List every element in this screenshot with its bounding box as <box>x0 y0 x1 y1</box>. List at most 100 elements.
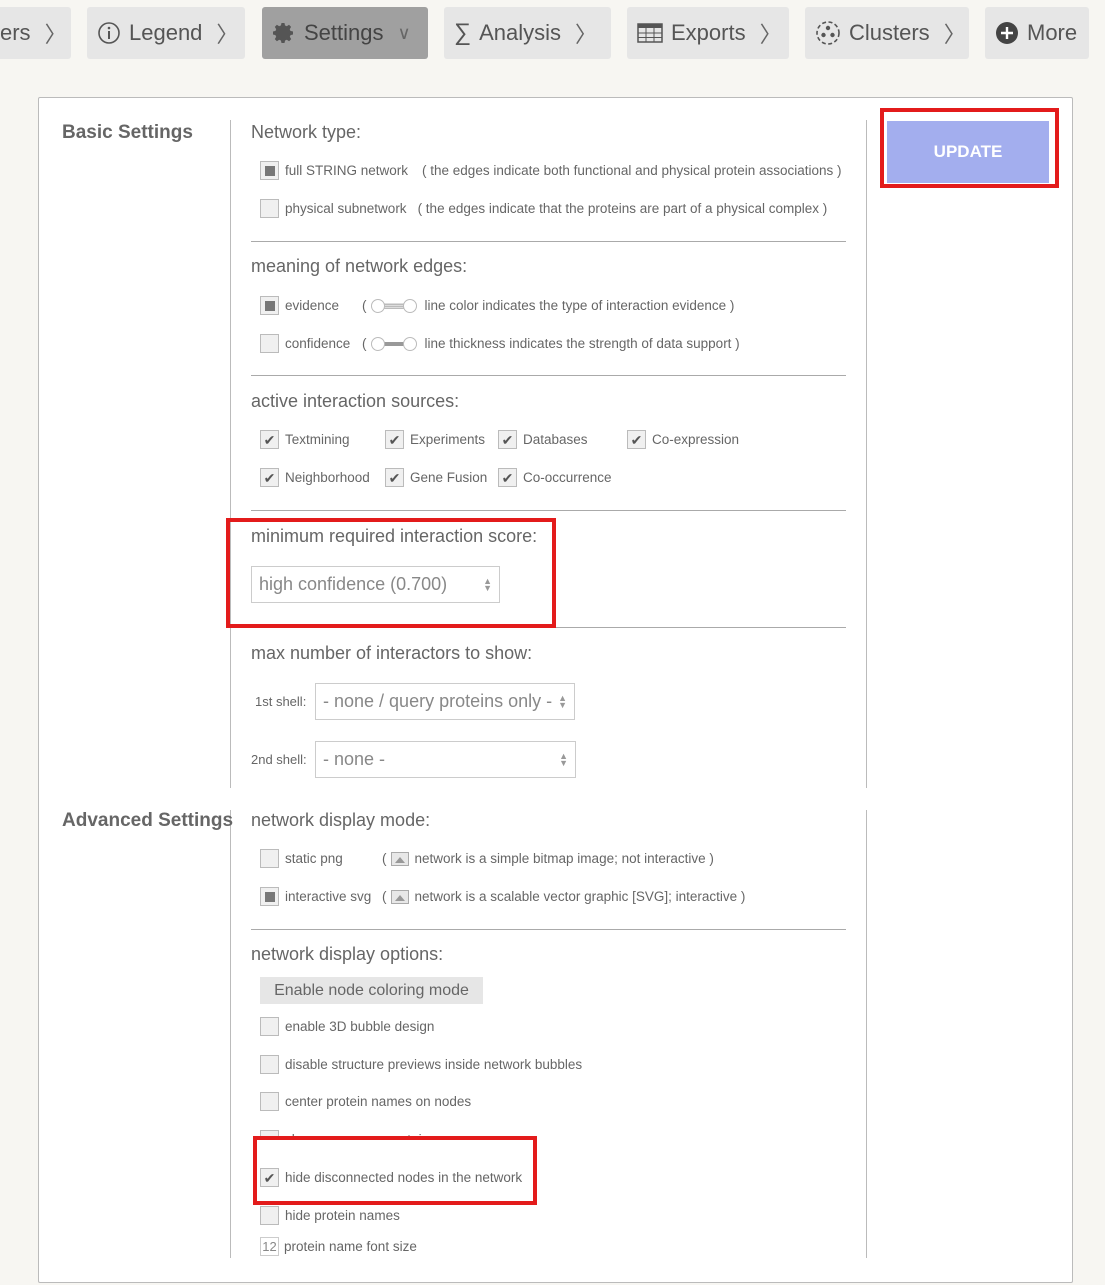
source-label: Textmining <box>285 432 350 447</box>
source-label: Experiments <box>410 432 486 447</box>
display-options-heading: network display options: <box>251 944 444 964</box>
option-desc: line color indicates the type of interac… <box>424 298 735 313</box>
source-label: Neighborhood <box>285 470 370 485</box>
tab-legend[interactable]: Legend 〉 <box>87 7 245 59</box>
source-textmining[interactable]: Textmining <box>260 430 350 449</box>
radio-selected[interactable] <box>260 887 279 906</box>
checkbox-unchecked[interactable] <box>260 1055 279 1074</box>
basic-settings-title: Basic Settings <box>62 122 193 143</box>
checkbox-unchecked[interactable] <box>260 1092 279 1111</box>
option-3d-bubble[interactable]: enable 3D bubble design <box>260 1017 434 1036</box>
checkbox-unchecked[interactable] <box>260 1206 279 1225</box>
divider <box>230 120 231 788</box>
option-label: hide disconnected nodes in the network <box>285 1170 523 1185</box>
option-label: full STRING network <box>285 163 409 178</box>
divider <box>230 810 231 1258</box>
source-label: Databases <box>523 432 588 447</box>
option-label: evidence <box>285 298 340 313</box>
font-size-row: 12 protein name font size <box>260 1237 417 1256</box>
option-desc: network is a scalable vector graphic [SV… <box>414 889 746 904</box>
radio-confidence[interactable]: confidence (line thickness indicates the … <box>260 334 740 353</box>
tab-label: Settings <box>304 20 384 45</box>
tab-settings[interactable]: Settings ∨ <box>262 7 428 59</box>
checkbox-checked[interactable] <box>260 430 279 449</box>
radio-static-png[interactable]: static png (network is a simple bitmap im… <box>260 849 714 868</box>
image-icon <box>390 889 409 904</box>
checkbox-checked[interactable] <box>260 1168 279 1187</box>
shell2-select[interactable]: - none - ▲ ▼ <box>315 741 576 778</box>
tab-filters[interactable]: ers 〉 <box>0 7 71 59</box>
divider <box>251 375 846 376</box>
source-databases[interactable]: Databases <box>498 430 588 449</box>
select-arrows-icon: ▲ ▼ <box>559 750 568 768</box>
tab-label: ers <box>0 20 31 45</box>
display-mode-heading: network display mode: <box>251 810 431 830</box>
clusters-icon <box>815 20 841 46</box>
edges-heading: meaning of network edges: <box>251 256 468 276</box>
table-icon <box>637 23 663 43</box>
tab-clusters[interactable]: Clusters 〉 <box>805 7 969 59</box>
option-center-names[interactable]: center protein names on nodes <box>260 1092 471 1111</box>
tab-label: Clusters <box>849 20 930 45</box>
source-neighborhood[interactable]: Neighborhood <box>260 468 370 487</box>
tab-more[interactable]: More <box>985 7 1089 59</box>
source-cooccurrence[interactable]: Co-occurrence <box>498 468 612 487</box>
gear-icon <box>272 21 296 45</box>
sigma-icon: ∑ <box>454 19 472 46</box>
option-desc: network is a simple bitmap image; not in… <box>414 851 714 866</box>
option-label: hide protein names <box>285 1208 400 1223</box>
radio-selected[interactable] <box>260 161 279 180</box>
radio-physical-subnetwork[interactable]: physical subnetwork ( the edges indicate … <box>260 199 827 218</box>
radio-evidence[interactable]: evidence ( line color indicates the type o… <box>260 296 734 315</box>
paren: ( <box>362 298 367 313</box>
option-hide-disconnected-visible[interactable]: hide disconnected nodes in the network <box>260 1168 522 1187</box>
tab-label: Legend <box>129 20 203 45</box>
option-hide-names[interactable]: hide protein names <box>260 1206 400 1225</box>
source-experiments[interactable]: Experiments <box>385 430 485 449</box>
tab-exports[interactable]: Exports 〉 <box>627 7 789 59</box>
highlight-box <box>880 108 1059 188</box>
checkbox-checked[interactable] <box>385 468 404 487</box>
font-size-label: protein name font size <box>284 1239 417 1254</box>
radio-unselected[interactable] <box>260 849 279 868</box>
advanced-settings-title: Advanced Settings <box>62 810 234 831</box>
paren: ( <box>362 336 367 351</box>
checkbox-checked[interactable] <box>627 430 646 449</box>
divider <box>251 510 846 511</box>
tab-analysis[interactable]: ∑ Analysis 〉 <box>444 7 611 59</box>
paren: ( <box>382 851 387 866</box>
shell1-select[interactable]: - none / query proteins only - ▲ ▼ <box>315 683 575 720</box>
image-icon <box>390 851 409 866</box>
chevron-right-icon: 〉 <box>759 22 782 47</box>
chevron-right-icon: 〉 <box>216 22 239 47</box>
node-coloring-button[interactable]: Enable node coloring mode <box>260 977 483 1004</box>
font-size-input[interactable]: 12 <box>260 1237 279 1256</box>
option-label: disable structure previews inside networ… <box>285 1057 583 1072</box>
radio-full-network[interactable]: full STRING network ( the edges indicate … <box>260 161 842 180</box>
shell2-label: 2nd shell: <box>251 752 307 767</box>
interactors-heading: max number of interactors to show: <box>251 643 533 663</box>
chevron-right-icon: 〉 <box>575 22 598 47</box>
select-value: - none / query proteins only - <box>323 691 553 711</box>
radio-unselected[interactable] <box>260 199 279 218</box>
select-arrows-icon: ▲ ▼ <box>558 692 567 710</box>
source-gene-fusion[interactable]: Gene Fusion <box>385 468 487 487</box>
source-label: Gene Fusion <box>410 470 488 485</box>
option-disable-previews[interactable]: disable structure previews inside networ… <box>260 1055 582 1074</box>
checkbox-checked[interactable] <box>260 468 279 487</box>
radio-interactive-svg[interactable]: interactive svg (network is a scalable ve… <box>260 887 745 906</box>
radio-unselected[interactable] <box>260 334 279 353</box>
option-label: center protein names on nodes <box>285 1094 472 1109</box>
checkbox-checked[interactable] <box>385 430 404 449</box>
radio-selected[interactable] <box>260 296 279 315</box>
sources-heading: active interaction sources: <box>251 391 460 411</box>
highlight-box <box>226 518 556 628</box>
confidence-line-icon <box>370 336 417 351</box>
source-label: Co-occurrence <box>523 470 612 485</box>
checkbox-checked[interactable] <box>498 468 517 487</box>
source-coexpression[interactable]: Co-expression <box>627 430 739 449</box>
network-type-heading: Network type: <box>251 122 362 142</box>
checkbox-unchecked[interactable] <box>260 1017 279 1036</box>
option-desc: ( the edges indicate both functional and… <box>422 163 842 178</box>
checkbox-checked[interactable] <box>498 430 517 449</box>
